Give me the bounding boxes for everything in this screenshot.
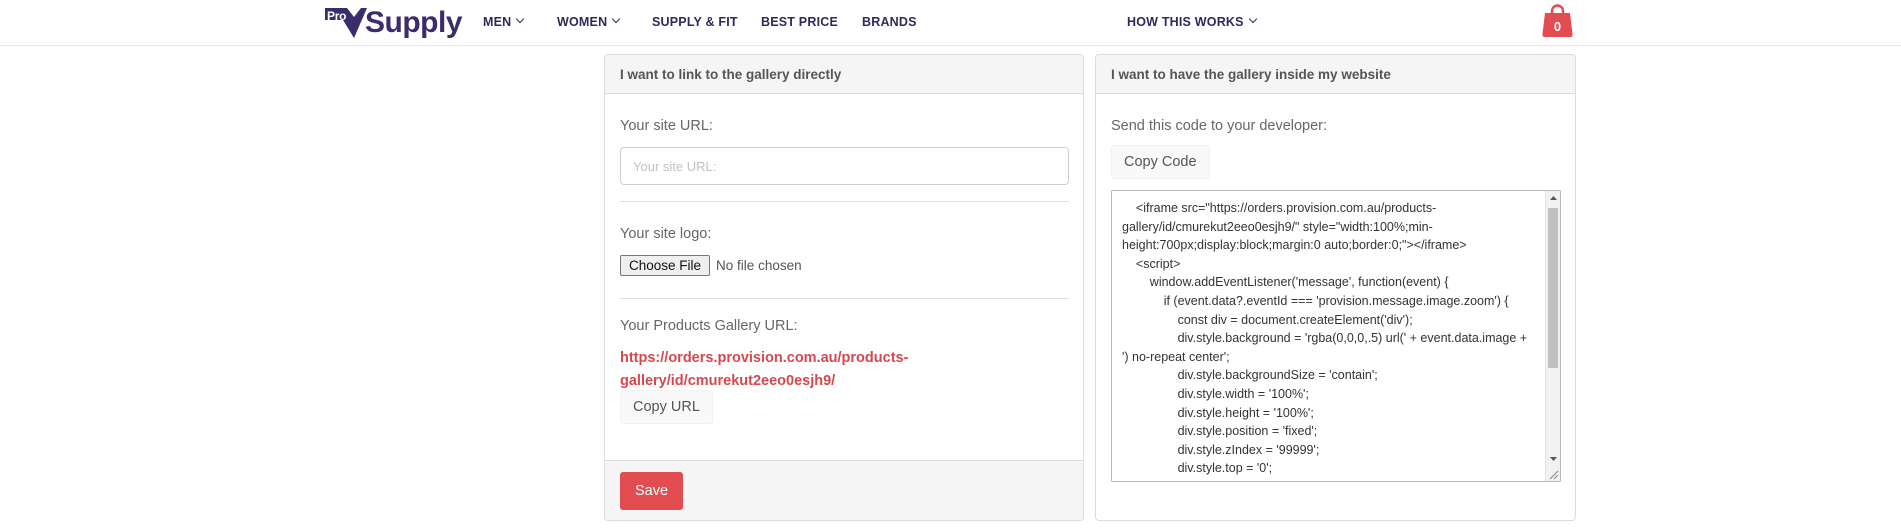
- scroll-up-arrow-icon[interactable]: [1546, 191, 1561, 206]
- nav-women-label: WOMEN: [557, 15, 608, 29]
- copy-url-button[interactable]: Copy URL: [620, 390, 713, 424]
- embed-code-text[interactable]: <iframe src="https://orders.provision.co…: [1112, 191, 1545, 481]
- nav-women[interactable]: WOMEN: [557, 0, 621, 44]
- nav-best-price[interactable]: BEST PRICE: [761, 0, 838, 44]
- choose-file-button[interactable]: Choose File: [620, 255, 711, 276]
- panel-footer: Save: [605, 460, 1083, 520]
- no-file-text: No file chosen: [716, 258, 802, 273]
- nav-supply-fit-label: SUPPLY & FIT: [652, 15, 738, 29]
- divider: [620, 201, 1069, 202]
- embed-gallery-panel: I want to have the gallery inside my web…: [1095, 54, 1576, 521]
- site-logo[interactable]: Pro Supply: [325, 6, 463, 39]
- chevron-down-icon: [516, 14, 525, 24]
- site-logo-label: Your site logo:: [620, 226, 712, 242]
- site-url-label: Your site URL:: [620, 118, 713, 134]
- scroll-down-arrow-icon[interactable]: [1546, 451, 1561, 466]
- embed-code-textarea[interactable]: <iframe src="https://orders.provision.co…: [1111, 190, 1561, 482]
- logo-pro-text: Pro: [327, 9, 347, 23]
- nav-brands-label: BRANDS: [862, 15, 917, 29]
- nav-best-price-label: BEST PRICE: [761, 15, 839, 29]
- gallery-url-link[interactable]: https://orders.provision.com.au/products…: [620, 347, 1040, 393]
- direct-link-panel-title: I want to link to the gallery directly: [605, 55, 1083, 94]
- nav-men[interactable]: MEN: [483, 0, 525, 44]
- scrollbar-thumb[interactable]: [1548, 208, 1558, 368]
- embed-gallery-panel-title: I want to have the gallery inside my web…: [1096, 55, 1575, 94]
- resize-grip-icon[interactable]: [1547, 468, 1559, 480]
- code-scrollbar[interactable]: [1545, 191, 1560, 481]
- chevron-down-icon: [612, 14, 621, 24]
- cart-button[interactable]: 0: [1541, 4, 1574, 38]
- nav-how-this-works[interactable]: HOW THIS WORKS: [1127, 0, 1257, 44]
- direct-link-panel: I want to link to the gallery directly Y…: [604, 54, 1084, 521]
- embed-instructions: Send this code to your developer:: [1111, 118, 1328, 134]
- site-header: Pro Supply MEN WOMEN SUPPLY & FIT BEST P…: [0, 0, 1901, 46]
- logo-wordmark: Supply: [365, 6, 463, 39]
- save-button[interactable]: Save: [620, 472, 683, 510]
- divider: [620, 298, 1069, 299]
- chevron-down-icon: [1248, 14, 1257, 24]
- nav-supply-fit[interactable]: SUPPLY & FIT: [652, 0, 738, 44]
- site-url-input[interactable]: [620, 147, 1069, 185]
- gallery-url-label: Your Products Gallery URL:: [620, 318, 798, 334]
- nav-how-this-works-label: HOW THIS WORKS: [1127, 15, 1244, 29]
- nav-men-label: MEN: [483, 15, 512, 29]
- logo-badge: Pro: [325, 8, 367, 38]
- cart-count: 0: [1553, 19, 1562, 34]
- site-logo-file-input: Choose File No file chosen: [620, 255, 802, 276]
- nav-brands[interactable]: BRANDS: [862, 0, 917, 44]
- copy-code-button[interactable]: Copy Code: [1111, 145, 1210, 179]
